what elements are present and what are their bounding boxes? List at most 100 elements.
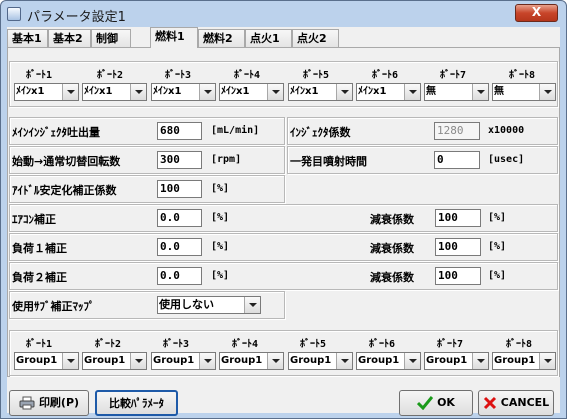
injector-flow-group: ﾒｲﾝｲﾝｼﾞｪｸﾀ吐出量 680 [mL/min]: [9, 117, 285, 145]
group-select-7[interactable]: Group1: [424, 352, 489, 370]
cancel-button[interactable]: CANCEL: [478, 390, 554, 416]
bank-select-3-value: ﾒｲﾝx1: [153, 86, 182, 97]
bank-select-4-value: ﾒｲﾝx1: [221, 86, 250, 97]
chevron-down-icon[interactable]: [199, 353, 215, 369]
group-select-4-value: Group1: [221, 355, 263, 366]
aircon-correction-input[interactable]: 0.0: [157, 209, 202, 227]
tab-fuel1[interactable]: 燃料1: [150, 27, 198, 48]
cancel-label: CANCEL: [500, 396, 550, 409]
group-select-1-value: Group1: [16, 355, 58, 366]
cross-icon: [483, 396, 496, 410]
start-switch-rpm-label: 始動→通常切替回転数: [12, 155, 121, 168]
chevron-down-icon[interactable]: [130, 84, 146, 100]
compare-params-label: 比較ﾊﾟﾗﾒｰﾀ: [109, 397, 164, 410]
chevron-down-icon[interactable]: [267, 353, 283, 369]
injector-coef-group: ｲﾝｼﾞｪｸﾀ係数 1280 x10000: [287, 117, 558, 145]
tab-fuel2[interactable]: 燃料2: [198, 29, 245, 47]
injector-coef-label: ｲﾝｼﾞｪｸﾀ係数: [290, 126, 351, 139]
chevron-down-icon[interactable]: [404, 84, 420, 100]
start-switch-rpm-input[interactable]: 300: [157, 151, 202, 169]
chevron-down-icon[interactable]: [539, 353, 555, 369]
idle-stable-coef-label: ｱｲﾄﾞﾙ安定化補正係数: [12, 184, 117, 197]
print-label: 印刷(P): [38, 396, 80, 409]
chevron-down-icon[interactable]: [62, 84, 78, 100]
bank-select-5[interactable]: ﾒｲﾝx1: [288, 83, 353, 101]
tab-ignition1[interactable]: 点火1: [245, 29, 292, 47]
group-select-5[interactable]: Group1: [288, 352, 353, 370]
group-select-2-value: Group1: [84, 355, 126, 366]
fuel1-panel: ﾎﾞｰﾄ1 ﾎﾞｰﾄ2 ﾎﾞｰﾄ3 ﾎﾞｰﾄ4 ﾎﾞｰﾄ5 ﾎﾞｰﾄ6 ﾎﾞｰﾄ…: [7, 47, 560, 377]
group-header-8: ﾎﾞｰﾄ8: [506, 339, 533, 350]
load1-decay-input[interactable]: 100: [435, 238, 481, 256]
chevron-down-icon[interactable]: [472, 353, 488, 369]
bank-header-6: ﾎﾞｰﾄ6: [372, 70, 399, 81]
chevron-down-icon[interactable]: [244, 297, 260, 313]
close-button[interactable]: X: [515, 4, 558, 22]
aircon-decay-input[interactable]: 100: [435, 209, 481, 227]
chevron-down-icon[interactable]: [130, 353, 146, 369]
chevron-down-icon[interactable]: [539, 84, 555, 100]
tab-ignition2[interactable]: 点火2: [292, 29, 339, 47]
bank-header-2: ﾎﾞｰﾄ2: [97, 70, 124, 81]
chevron-down-icon[interactable]: [336, 353, 352, 369]
bank-group-selector: ﾎﾞｰﾄ1 ﾎﾞｰﾄ2 ﾎﾞｰﾄ3 ﾎﾞｰﾄ4 ﾎﾞｰﾄ5 ﾎﾞｰﾄ6 ﾎﾞｰﾄ…: [9, 330, 558, 376]
bank-select-8[interactable]: 無: [492, 83, 556, 101]
tab-basic2[interactable]: 基本2: [48, 29, 91, 47]
load2-correction-input[interactable]: 0.0: [157, 267, 202, 285]
main-injector-flow-label: ﾒｲﾝｲﾝｼﾞｪｸﾀ吐出量: [12, 126, 100, 139]
group-select-8-value: Group1: [494, 355, 536, 366]
group-select-6[interactable]: Group1: [356, 352, 421, 370]
print-button[interactable]: 印刷(P): [9, 390, 89, 416]
compare-params-button[interactable]: 比較ﾊﾟﾗﾒｰﾀ: [95, 390, 178, 416]
load2-correction-unit: [%]: [211, 270, 230, 281]
group-select-3-value: Group1: [153, 355, 195, 366]
group-select-3[interactable]: Group1: [151, 352, 216, 370]
app-icon: [7, 7, 21, 21]
title-bar[interactable]: パラメータ設定1 X: [1, 1, 566, 27]
tab-basic1[interactable]: 基本1: [7, 29, 48, 47]
bank-select-2-value: ﾒｲﾝx1: [84, 86, 113, 97]
chevron-down-icon[interactable]: [199, 84, 215, 100]
load2-decay-label: 減衰係数: [370, 271, 414, 284]
checkmark-icon: [417, 396, 434, 410]
bank-select-3[interactable]: ﾒｲﾝx1: [151, 83, 216, 101]
load1-correction-input[interactable]: 0.0: [157, 238, 202, 256]
aircon-group: ｴｱｺﾝ補正 0.0 [%] 減衰係数 100 [%]: [9, 204, 558, 232]
group-select-8[interactable]: Group1: [492, 352, 556, 370]
first-injection-group: 一発目噴射時間 0 [usec]: [287, 146, 558, 174]
chevron-down-icon[interactable]: [267, 84, 283, 100]
load1-decay-unit: [%]: [488, 241, 507, 252]
group-select-1[interactable]: Group1: [14, 352, 79, 370]
sub-map-value: 使用しない: [159, 298, 214, 311]
bank-select-7-value: 無: [426, 86, 436, 97]
bank-header-5: ﾎﾞｰﾄ5: [303, 70, 330, 81]
chevron-down-icon[interactable]: [62, 353, 78, 369]
chevron-down-icon[interactable]: [336, 84, 352, 100]
group-header-6: ﾎﾞｰﾄ6: [369, 339, 396, 350]
bank-header-7: ﾎﾞｰﾄ7: [440, 70, 467, 81]
bank-select-1[interactable]: ﾒｲﾝx1: [14, 83, 79, 101]
group-select-4[interactable]: Group1: [219, 352, 284, 370]
bank-select-4[interactable]: ﾒｲﾝx1: [219, 83, 284, 101]
idle-stable-coef-input[interactable]: 100: [157, 180, 202, 198]
aircon-decay-label: 減衰係数: [370, 213, 414, 226]
main-injector-flow-unit: [mL/min]: [211, 125, 260, 136]
main-injector-flow-input[interactable]: 680: [157, 122, 202, 140]
idle-stable-group: ｱｲﾄﾞﾙ安定化補正係数 100 [%]: [9, 175, 285, 203]
chevron-down-icon[interactable]: [404, 353, 420, 369]
bank-select-1-value: ﾒｲﾝx1: [16, 86, 45, 97]
sub-map-select[interactable]: 使用しない: [157, 296, 261, 314]
chevron-down-icon[interactable]: [472, 84, 488, 100]
bank-select-2[interactable]: ﾒｲﾝx1: [82, 83, 147, 101]
first-injection-time-input[interactable]: 0: [434, 151, 480, 169]
group-select-2[interactable]: Group1: [82, 352, 147, 370]
start-switch-group: 始動→通常切替回転数 300 [rpm]: [9, 146, 285, 174]
bank-select-7[interactable]: 無: [424, 83, 489, 101]
load1-group: 負荷１補正 0.0 [%] 減衰係数 100 [%]: [9, 233, 558, 261]
tab-control[interactable]: 制御: [91, 29, 131, 47]
group-select-6-value: Group1: [358, 355, 400, 366]
load2-decay-input[interactable]: 100: [435, 267, 481, 285]
bank-header-3: ﾎﾞｰﾄ3: [165, 70, 192, 81]
ok-button[interactable]: OK: [399, 390, 473, 416]
bank-select-6[interactable]: ﾒｲﾝx1: [356, 83, 421, 101]
